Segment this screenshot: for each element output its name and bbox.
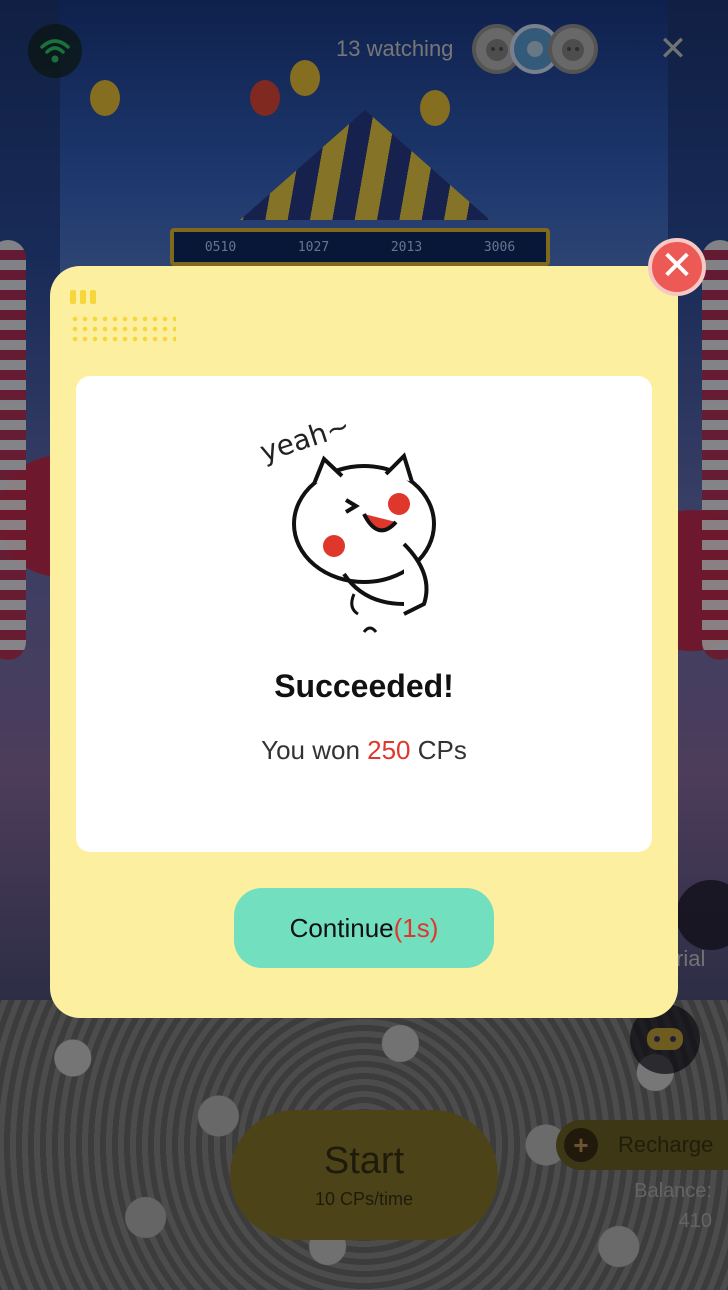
mascot-caption: yeah~	[256, 409, 354, 469]
message-suffix: CPs	[410, 735, 467, 765]
happy-cat-mascot-image: yeah~	[256, 409, 436, 633]
won-amount: 250	[367, 735, 411, 765]
result-message: You won 250 CPs	[261, 735, 467, 766]
continue-label: Continue	[289, 912, 394, 943]
decorative-dots	[70, 314, 176, 344]
result-dialog: yeah~ Succeeded! You won 250 CPs Continu…	[50, 266, 678, 1018]
result-card: yeah~ Succeeded! You won 250 CPs	[76, 376, 652, 852]
message-prefix: You won	[261, 735, 368, 765]
close-dialog-icon[interactable]: ✕	[648, 238, 706, 296]
result-title: Succeeded!	[274, 668, 454, 704]
countdown-timer: (1s)	[393, 912, 439, 943]
continue-button[interactable]: Continue (1s)	[234, 888, 494, 968]
decorative-bars	[70, 290, 96, 304]
